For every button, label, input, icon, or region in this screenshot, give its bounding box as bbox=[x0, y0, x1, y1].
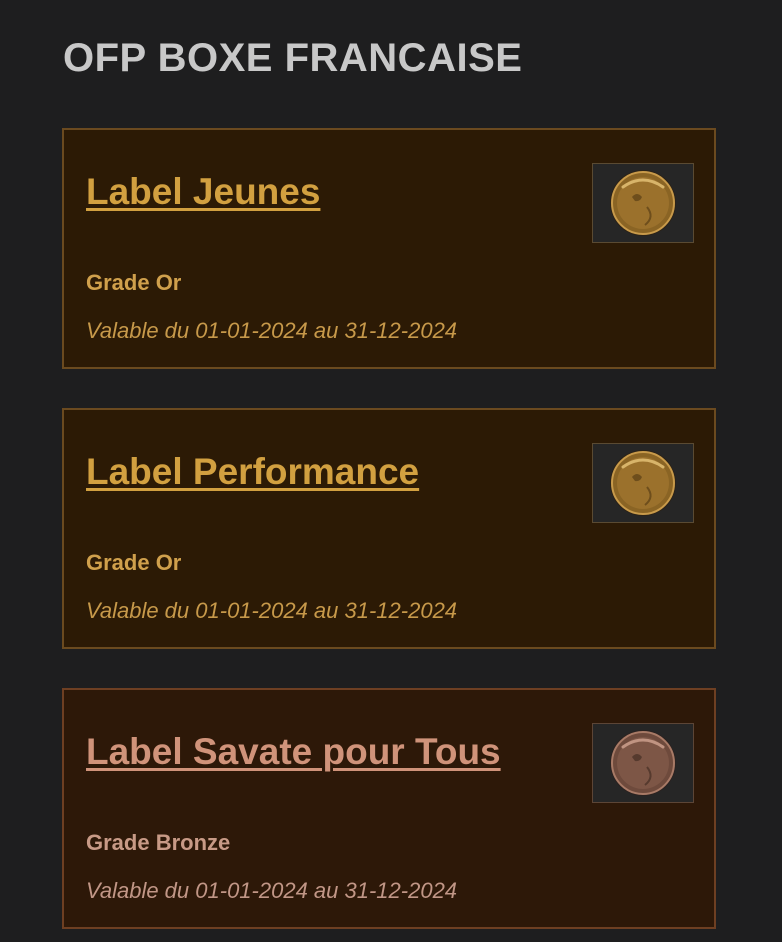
label-card: Label Performance Grade Or Valable du 01… bbox=[62, 408, 716, 649]
validity-text: Valable du 01-01-2024 au 31-12-2024 bbox=[86, 878, 458, 903]
label-title-link[interactable]: Label Performance bbox=[86, 450, 419, 494]
page-title: OFP BOXE FRANCAISE bbox=[63, 36, 523, 80]
label-title-link[interactable]: Label Jeunes bbox=[86, 170, 320, 214]
gold-medal-icon bbox=[610, 450, 676, 516]
grade-text: Grade Or bbox=[86, 270, 182, 295]
gold-medal-icon bbox=[610, 170, 676, 236]
bronze-medal-icon bbox=[610, 730, 676, 796]
validity-text: Valable du 01-01-2024 au 31-12-2024 bbox=[86, 318, 458, 343]
grade-text: Grade Bronze bbox=[86, 830, 231, 855]
label-card: Label Jeunes Grade Or Valable du 01-01-2… bbox=[62, 128, 716, 369]
label-list-page: OFP BOXE FRANCAISE Label Jeunes Grade Or… bbox=[0, 0, 782, 942]
medal-badge bbox=[592, 163, 694, 243]
label-card: Label Savate pour Tous Grade Bronze Vala… bbox=[62, 688, 716, 929]
medal-badge bbox=[592, 723, 694, 803]
validity-text: Valable du 01-01-2024 au 31-12-2024 bbox=[86, 598, 458, 623]
grade-text: Grade Or bbox=[86, 550, 182, 575]
label-title-link[interactable]: Label Savate pour Tous bbox=[86, 730, 501, 774]
medal-badge bbox=[592, 443, 694, 523]
